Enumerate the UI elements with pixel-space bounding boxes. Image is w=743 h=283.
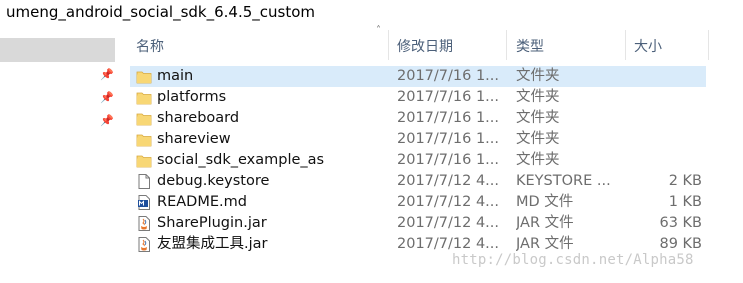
file-type: 文件夹 (516, 152, 560, 168)
list-item[interactable]: main 2017/7/16 1... 文件夹 (130, 66, 706, 87)
column-header-size[interactable]: 大小 (634, 36, 662, 58)
folder-icon (136, 68, 152, 85)
list-item[interactable]: platforms 2017/7/16 1... 文件夹 (130, 87, 706, 108)
file-type: KEYSTORE ... (516, 173, 611, 189)
column-divider[interactable] (625, 30, 626, 60)
list-item[interactable]: shareview 2017/7/16 1... 文件夹 (130, 129, 706, 150)
file-name: shareview (157, 131, 231, 147)
file-type: 文件夹 (516, 68, 560, 84)
file-date: 2017/7/16 1... (397, 152, 500, 168)
file-size: 2 KB (668, 173, 702, 189)
list-item[interactable]: SharePlugin.jar 2017/7/12 4... JAR 文件 63… (130, 213, 706, 234)
java-jar-icon (136, 236, 152, 253)
column-divider[interactable] (506, 30, 507, 60)
file-name: 友盟集成工具.jar (157, 236, 268, 252)
folder-icon (136, 110, 152, 127)
list-item[interactable]: debug.keystore 2017/7/12 4... KEYSTORE .… (130, 171, 706, 192)
file-name: main (157, 68, 194, 84)
file-name: platforms (157, 89, 227, 105)
java-jar-icon (136, 215, 152, 232)
file-date: 2017/7/12 4... (397, 173, 500, 189)
file-date: 2017/7/16 1... (397, 89, 500, 105)
file-name: debug.keystore (157, 173, 270, 189)
file-type: 文件夹 (516, 131, 560, 147)
column-header: ˄ 名称 修改日期 类型 大小 (120, 26, 743, 64)
column-header-name[interactable]: 名称 (136, 36, 164, 58)
nav-selected-item[interactable] (0, 38, 115, 62)
file-type: JAR 文件 (516, 215, 574, 231)
file-size (633, 129, 702, 150)
folder-icon (136, 152, 152, 169)
file-date: 2017/7/16 1... (397, 110, 500, 126)
file-size (633, 150, 702, 171)
column-header-type[interactable]: 类型 (516, 36, 544, 58)
file-icon (136, 173, 152, 190)
file-date: 2017/7/12 4... (397, 215, 500, 231)
window-title: umeng_android_social_sdk_6.4.5_custom (6, 3, 315, 21)
file-size (633, 87, 702, 108)
file-size (633, 66, 702, 87)
folder-icon (136, 131, 152, 148)
file-type: 文件夹 (516, 89, 560, 105)
pin-icon[interactable]: 📌 (100, 92, 114, 104)
list-item[interactable]: social_sdk_example_as 2017/7/16 1... 文件夹 (130, 150, 706, 171)
file-name: README.md (157, 194, 247, 210)
file-date: 2017/7/16 1... (397, 68, 500, 84)
file-name: social_sdk_example_as (157, 152, 325, 168)
column-divider[interactable] (388, 30, 389, 60)
file-type: 文件夹 (516, 110, 560, 126)
file-date: 2017/7/12 4... (397, 194, 500, 210)
list-item[interactable]: README.md 2017/7/12 4... MD 文件 1 KB (130, 192, 706, 213)
pin-icon[interactable]: 📌 (100, 115, 114, 127)
file-size: 63 KB (659, 215, 702, 231)
pin-icon[interactable]: 📌 (100, 69, 114, 81)
column-divider[interactable] (708, 30, 709, 60)
file-size (633, 108, 702, 129)
navigation-pane[interactable]: 📌 📌 📌 (0, 26, 120, 283)
list-item[interactable]: shareboard 2017/7/16 1... 文件夹 (130, 108, 706, 129)
md-file-icon (136, 194, 152, 211)
column-header-date[interactable]: 修改日期 (397, 36, 453, 58)
file-name: shareboard (157, 110, 240, 126)
file-size: 1 KB (668, 194, 702, 210)
file-name: SharePlugin.jar (157, 215, 267, 231)
sort-ascending-icon: ˄ (376, 25, 381, 36)
folder-icon (136, 89, 152, 106)
file-type: MD 文件 (516, 194, 574, 210)
watermark: http://blog.csdn.net/Alpha58 (452, 252, 694, 268)
file-date: 2017/7/16 1... (397, 131, 500, 147)
